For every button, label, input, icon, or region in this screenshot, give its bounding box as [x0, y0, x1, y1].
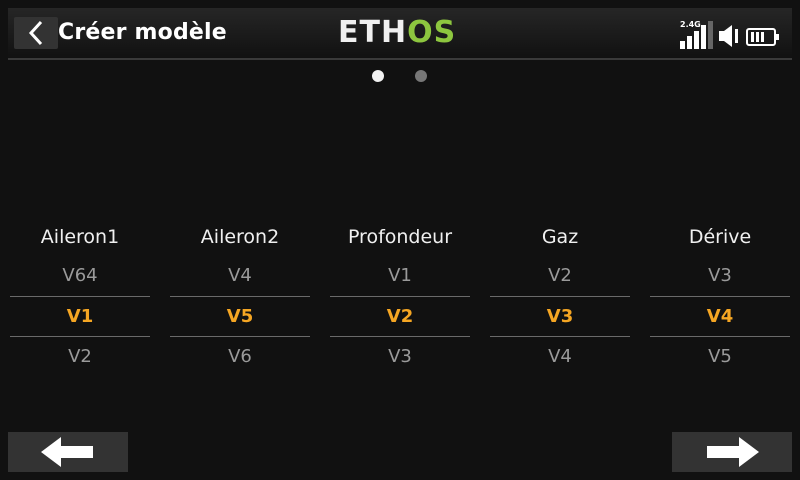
channel-order-selector: Aileron1 V64 V1 V2 Aileron2 V4 V5 V6 Pro…: [0, 218, 800, 378]
channel-name: Dérive: [688, 226, 752, 248]
channel-option-next[interactable]: V6: [170, 337, 310, 377]
channel-name: Aileron2: [200, 226, 280, 248]
channel-column-aileron1[interactable]: Aileron1 V64 V1 V2: [10, 218, 150, 377]
page-title: Créer modèle: [58, 20, 227, 45]
channel-option-selected[interactable]: V3: [490, 296, 630, 337]
channel-option-next[interactable]: V2: [10, 337, 150, 377]
channel-option-prev[interactable]: V1: [330, 256, 470, 296]
channel-option-prev[interactable]: V4: [170, 256, 310, 296]
channel-column-aileron2[interactable]: Aileron2 V4 V5 V6: [170, 218, 310, 377]
rf-band-label: 2.4G: [680, 20, 701, 29]
channel-option-prev[interactable]: V3: [650, 256, 790, 296]
channel-option-next[interactable]: V5: [650, 337, 790, 377]
speaker-icon: [719, 25, 738, 47]
previous-button[interactable]: [8, 432, 128, 472]
channel-option-selected[interactable]: V2: [330, 296, 470, 337]
channel-name: Profondeur: [347, 226, 453, 248]
channel-name: Aileron1: [40, 226, 120, 248]
logo-text-eth: ETH: [338, 15, 408, 50]
channel-column-derive[interactable]: Dérive V3 V4 V5: [650, 218, 790, 377]
channel-option-selected[interactable]: V1: [10, 296, 150, 337]
back-button[interactable]: [14, 17, 58, 49]
arrow-right-icon: [707, 437, 759, 467]
status-area: 2.4G: [680, 19, 779, 49]
next-button[interactable]: [672, 432, 792, 472]
chevron-left-icon: [28, 20, 43, 46]
channel-column-profondeur[interactable]: Profondeur V1 V2 V3: [330, 218, 470, 377]
title-bar: Créer modèle ETHOS 2.4G: [8, 8, 792, 60]
channel-name: Gaz: [541, 226, 579, 248]
channel-option-next[interactable]: V4: [490, 337, 630, 377]
page-dot-inactive[interactable]: [415, 70, 427, 82]
ethos-logo: ETHOS: [338, 16, 456, 50]
channel-option-selected[interactable]: V5: [170, 296, 310, 337]
logo-text-os: OS: [407, 15, 457, 50]
page-dot-active[interactable]: [372, 70, 384, 82]
channel-option-prev[interactable]: V2: [490, 256, 630, 296]
channel-option-next[interactable]: V3: [330, 337, 470, 377]
signal-bars-icon: 2.4G: [680, 21, 714, 49]
page-indicator: [0, 70, 800, 82]
arrow-left-icon: [41, 437, 93, 467]
battery-icon: [746, 28, 779, 46]
channel-column-gaz[interactable]: Gaz V2 V3 V4: [490, 218, 630, 377]
channel-option-prev[interactable]: V64: [10, 256, 150, 296]
channel-option-selected[interactable]: V4: [650, 296, 790, 337]
